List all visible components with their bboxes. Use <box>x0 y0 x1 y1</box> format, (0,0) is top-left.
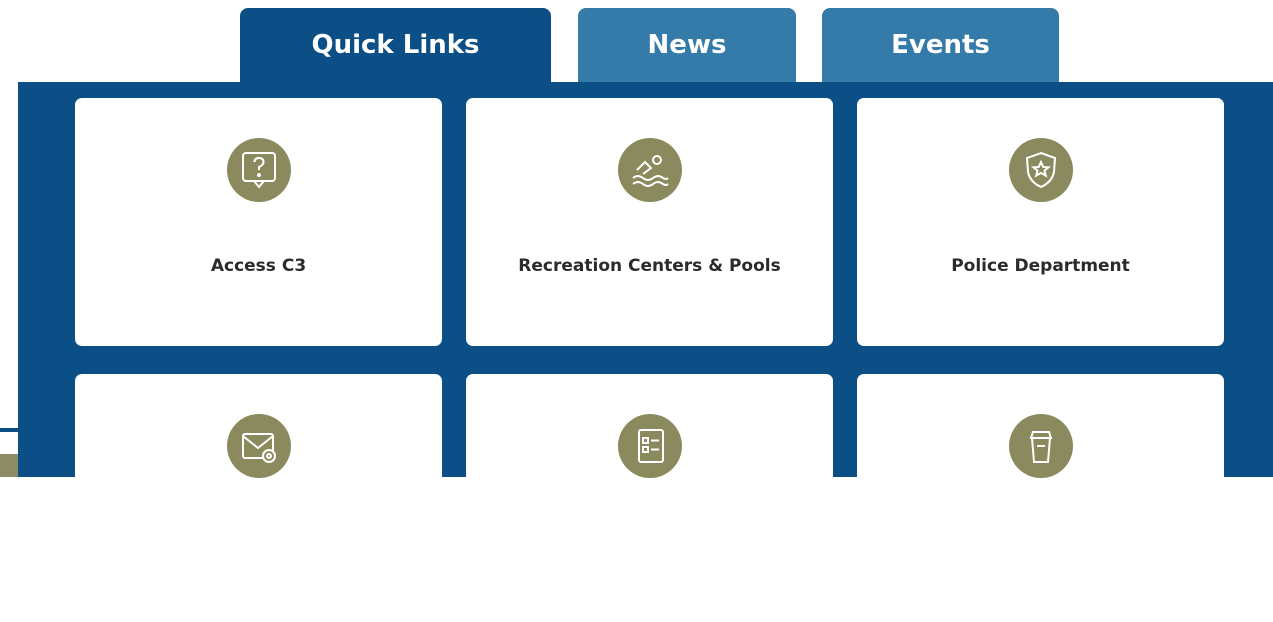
mail-location-icon <box>226 414 291 478</box>
quick-links-panel: Access C3 Recreation Centers & Pools Pol… <box>18 82 1273 622</box>
swimmer-icon <box>617 138 682 202</box>
police-badge-icon <box>1008 138 1073 202</box>
quick-link-label: Access C3 <box>210 256 307 276</box>
quick-link-card-5[interactable] <box>466 374 833 622</box>
quick-link-card-recreation[interactable]: Recreation Centers & Pools <box>466 98 833 346</box>
quick-link-card-6[interactable] <box>857 374 1224 622</box>
quick-link-card-access-c3[interactable]: Access C3 <box>75 98 442 346</box>
quick-link-label: Recreation Centers & Pools <box>518 256 781 276</box>
tab-events[interactable]: Events <box>822 8 1059 82</box>
quick-link-card-4[interactable] <box>75 374 442 622</box>
tab-label: Quick Links <box>311 30 480 60</box>
tab-label: News <box>647 30 727 60</box>
trash-bin-icon <box>1008 414 1073 478</box>
tab-label: Events <box>891 30 990 60</box>
tab-quick-links[interactable]: Quick Links <box>240 8 551 88</box>
tab-news[interactable]: News <box>578 8 796 82</box>
quick-link-label: Police Department <box>951 256 1130 276</box>
document-form-icon <box>617 414 682 478</box>
question-chat-icon <box>226 138 291 202</box>
quick-link-card-police[interactable]: Police Department <box>857 98 1224 346</box>
